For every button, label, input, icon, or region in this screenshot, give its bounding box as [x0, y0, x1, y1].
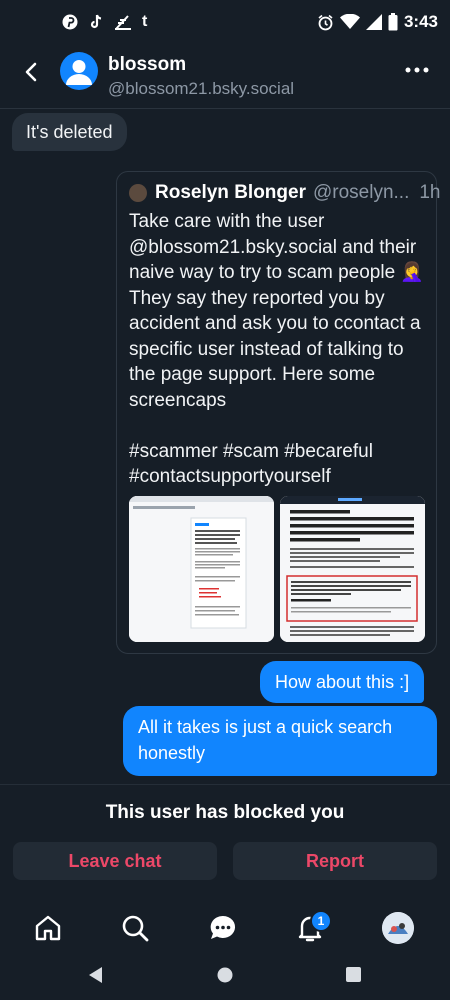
- notification-icons: t: [62, 14, 147, 30]
- screenshot-thumbnail-2: [280, 496, 425, 642]
- system-icons: 3:43: [317, 12, 438, 32]
- nav-home-icon[interactable]: [216, 966, 234, 984]
- back-arrow-icon[interactable]: [18, 58, 46, 86]
- wifi-icon: [339, 14, 360, 29]
- post-image-2[interactable]: [280, 496, 425, 642]
- nav-back-icon[interactable]: [86, 965, 104, 985]
- tiktok-icon: [90, 14, 102, 29]
- quoted-post-text: Take care with the user @blossom21.bsky.…: [129, 211, 425, 487]
- quoted-author-handle: @roselyn...: [312, 182, 410, 203]
- screenshot-thumbnail-1: [129, 496, 274, 642]
- battery-icon: [388, 13, 398, 31]
- home-icon[interactable]: [32, 912, 64, 944]
- signal-icon: [365, 14, 382, 30]
- divider: [0, 784, 450, 785]
- more-options-icon[interactable]: [404, 60, 430, 80]
- tumblr-icon: t: [142, 13, 148, 30]
- nav-recents-icon[interactable]: [345, 966, 362, 983]
- chat-header: blossom @blossom21.bsky.social: [0, 48, 450, 109]
- profile-picture-icon: [382, 912, 414, 944]
- search-icon[interactable]: [119, 912, 151, 944]
- system-navigation-bar: [0, 955, 450, 995]
- blocked-notice: This user has blocked you: [105, 802, 345, 823]
- quoted-post-age: 1h: [419, 182, 441, 203]
- quoted-author-avatar: [129, 184, 147, 202]
- default-avatar-icon: [66, 60, 92, 85]
- outgoing-message[interactable]: How about this :]: [260, 661, 425, 703]
- feather-icon: [115, 15, 131, 30]
- outgoing-message[interactable]: All it takes is just a quick search hone…: [123, 706, 437, 776]
- alarm-icon: [318, 14, 333, 30]
- conversation-name[interactable]: blossom: [108, 54, 186, 76]
- conversation-handle[interactable]: @blossom21.bsky.social: [108, 79, 294, 99]
- bottom-tab-bar: [0, 910, 450, 950]
- quoted-post[interactable]: Roselyn Blonger @roselyn... 1h Take care…: [116, 171, 441, 654]
- report-button[interactable]: Report: [233, 842, 437, 880]
- post-image-1[interactable]: [129, 496, 274, 642]
- avatar[interactable]: [60, 52, 98, 90]
- chat-icon[interactable]: [207, 912, 239, 944]
- pinterest-icon: [62, 14, 78, 30]
- quoted-post-header: Roselyn Blonger @roselyn... 1h: [129, 182, 441, 204]
- notification-badge: 1: [310, 910, 332, 932]
- leave-chat-button[interactable]: Leave chat: [13, 842, 217, 880]
- status-bar: t 3:43: [0, 0, 450, 48]
- incoming-message[interactable]: It's deleted: [12, 113, 127, 151]
- clock: 3:43: [403, 12, 438, 31]
- quoted-author-name: Roselyn Blonger: [155, 182, 306, 203]
- profile-avatar[interactable]: [382, 912, 414, 944]
